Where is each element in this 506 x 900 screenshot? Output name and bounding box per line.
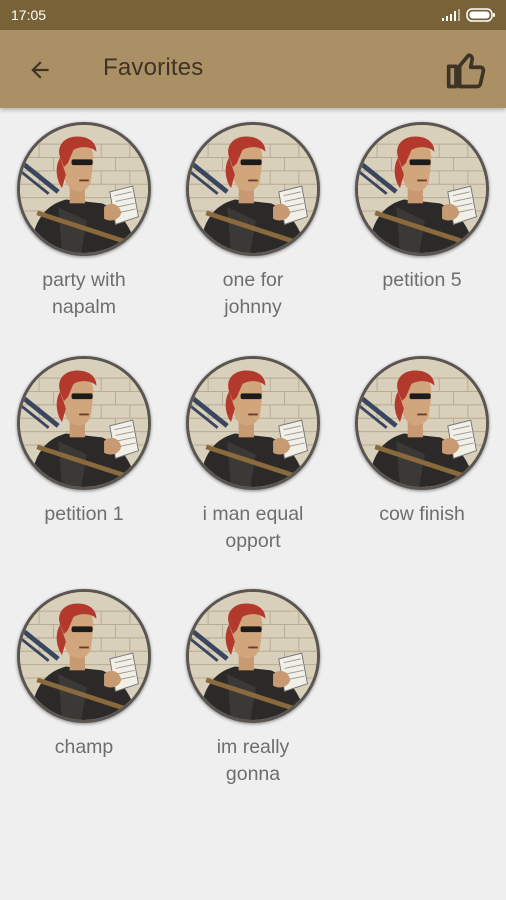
- character-avatar-image: [17, 589, 151, 723]
- app-bar: Favorites: [0, 30, 506, 108]
- favorite-label: champ: [54, 736, 114, 758]
- character-avatar-image: [17, 356, 151, 490]
- favorite-item[interactable]: cow finish: [347, 356, 497, 566]
- favorite-item[interactable]: party with napalm: [9, 122, 159, 332]
- character-avatar-image: [186, 356, 320, 490]
- character-avatar-image: [186, 589, 320, 723]
- character-avatar-image: [17, 122, 151, 256]
- battery-icon: [466, 8, 495, 22]
- status-time: 17:05: [11, 7, 47, 23]
- favorite-item[interactable]: one for johnny: [178, 122, 328, 332]
- favorite-label: party with napalm: [42, 269, 126, 318]
- favorite-item[interactable]: petition 5: [347, 122, 497, 332]
- thumbs-up-icon: [446, 53, 486, 89]
- back-button[interactable]: [22, 52, 58, 88]
- status-bar: 17:05: [0, 0, 506, 30]
- character-avatar-image: [355, 356, 489, 490]
- favorite-label: i man equal opport: [202, 503, 304, 552]
- page-title: Favorites: [103, 54, 204, 81]
- favorite-item[interactable]: i man equal opport: [178, 356, 328, 566]
- favorite-label: cow finish: [379, 503, 465, 525]
- favorite-item[interactable]: im really gonna: [178, 589, 328, 799]
- character-avatar-image: [186, 122, 320, 256]
- favorite-label: petition 1: [44, 503, 124, 525]
- arrow-back-icon: [31, 61, 49, 79]
- signal-icon: [442, 9, 460, 21]
- favorite-item[interactable]: petition 1: [9, 356, 159, 566]
- favorite-label: petition 5: [382, 269, 462, 291]
- status-icons: [442, 8, 496, 22]
- character-avatar-image: [355, 122, 489, 256]
- favorite-label: one for johnny: [222, 269, 284, 318]
- favorite-item[interactable]: champ: [9, 589, 159, 799]
- like-button[interactable]: [442, 45, 492, 95]
- favorite-label: im really gonna: [216, 736, 290, 785]
